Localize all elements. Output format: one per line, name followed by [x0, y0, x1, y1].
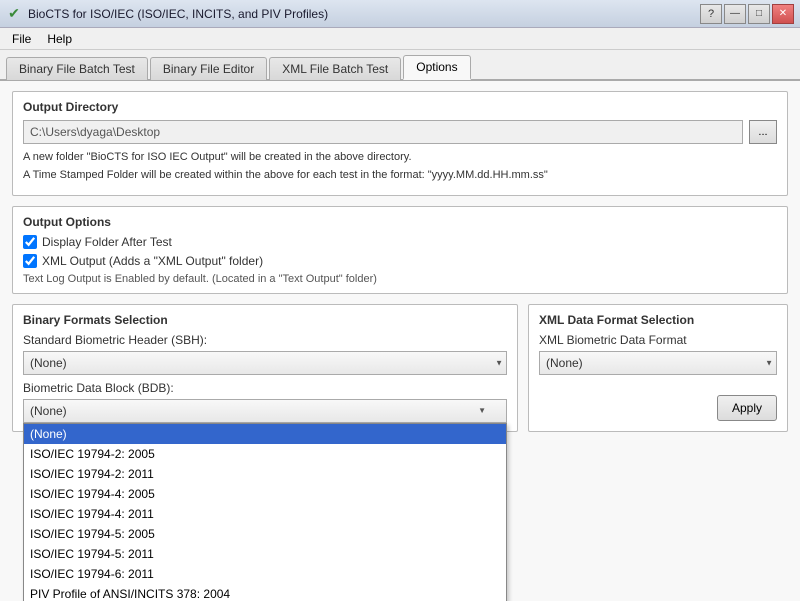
tab-bar: Binary File Batch Test Binary File Edito…: [0, 50, 800, 81]
main-content: Output Directory ... A new folder "BioCT…: [0, 81, 800, 601]
title-bar: ✔ BioCTS for ISO/IEC (ISO/IEC, INCITS, a…: [0, 0, 800, 28]
bdb-option-6[interactable]: ISO/IEC 19794-5: 2011: [24, 544, 506, 564]
sbh-select[interactable]: (None): [23, 351, 507, 375]
display-folder-checkbox[interactable]: [23, 235, 37, 249]
bdb-option-3[interactable]: ISO/IEC 19794-4: 2005: [24, 484, 506, 504]
help-button[interactable]: ?: [700, 4, 722, 24]
bdb-option-7[interactable]: ISO/IEC 19794-6: 2011: [24, 564, 506, 584]
tab-options[interactable]: Options: [403, 55, 470, 80]
output-options-title: Output Options: [23, 215, 777, 229]
bdb-option-0[interactable]: (None): [24, 424, 506, 444]
bdb-dropdown-list: (None) ISO/IEC 19794-2: 2005 ISO/IEC 197…: [23, 423, 507, 601]
sbh-dropdown-wrapper: (None) ▼: [23, 351, 507, 375]
tab-xml-batch[interactable]: XML File Batch Test: [269, 57, 401, 80]
title-bar-buttons: ? — □ ✕: [700, 4, 794, 24]
xml-output-checkbox[interactable]: [23, 254, 37, 268]
maximize-button[interactable]: □: [748, 4, 770, 24]
bdb-option-8[interactable]: PIV Profile of ANSI/INCITS 378: 2004: [24, 584, 506, 601]
bdb-option-2[interactable]: ISO/IEC 19794-2: 2011: [24, 464, 506, 484]
binary-formats-title: Binary Formats Selection: [23, 313, 507, 327]
apply-btn-container: Apply: [717, 395, 777, 421]
browse-button[interactable]: ...: [749, 120, 777, 144]
menu-file[interactable]: File: [4, 30, 39, 48]
window-title: BioCTS for ISO/IEC (ISO/IEC, INCITS, and…: [28, 7, 328, 21]
bdb-option-5[interactable]: ISO/IEC 19794-5: 2005: [24, 524, 506, 544]
apply-button[interactable]: Apply: [717, 395, 777, 421]
info-line1: A new folder "BioCTS for ISO IEC Output"…: [23, 150, 777, 165]
text-log-note: Text Log Output is Enabled by default. (…: [23, 273, 777, 285]
xml-label: XML Biometric Data Format: [539, 333, 777, 347]
output-directory-section: Output Directory ... A new folder "BioCT…: [12, 91, 788, 196]
xml-formats-title: XML Data Format Selection: [539, 313, 777, 327]
bdb-label: Biometric Data Block (BDB):: [23, 381, 507, 395]
menu-help[interactable]: Help: [39, 30, 80, 48]
output-directory-title: Output Directory: [23, 100, 777, 114]
output-options-section: Output Options Display Folder After Test…: [12, 206, 788, 294]
checkbox-row-2: XML Output (Adds a "XML Output" folder): [23, 254, 777, 268]
bottom-panel: Binary Formats Selection Standard Biomet…: [12, 304, 788, 432]
checkbox-row-1: Display Folder After Test: [23, 235, 777, 249]
bdb-dropdown-arrow: ▼: [478, 406, 486, 415]
bdb-option-1[interactable]: ISO/IEC 19794-2: 2005: [24, 444, 506, 464]
tab-binary-editor[interactable]: Binary File Editor: [150, 57, 267, 80]
xml-select[interactable]: (None): [539, 351, 777, 375]
xml-dropdown-wrapper: (None) ▼: [539, 351, 777, 375]
menu-bar: File Help: [0, 28, 800, 50]
directory-row: ...: [23, 120, 777, 144]
bdb-dropdown-container: (None) ▼ (None) ISO/IEC 19794-2: 2005 IS…: [23, 399, 507, 423]
title-bar-left: ✔ BioCTS for ISO/IEC (ISO/IEC, INCITS, a…: [6, 6, 328, 22]
display-folder-label[interactable]: Display Folder After Test: [42, 235, 172, 249]
info-line2: A Time Stamped Folder will be created wi…: [23, 168, 777, 183]
bdb-select-trigger[interactable]: (None) ▼: [23, 399, 507, 423]
bdb-option-4[interactable]: ISO/IEC 19794-4: 2011: [24, 504, 506, 524]
close-button[interactable]: ✕: [772, 4, 794, 24]
bdb-selected-value: (None): [30, 404, 67, 418]
minimize-button[interactable]: —: [724, 4, 746, 24]
xml-formats-section: XML Data Format Selection XML Biometric …: [528, 304, 788, 432]
tab-binary-batch[interactable]: Binary File Batch Test: [6, 57, 148, 80]
directory-input[interactable]: [23, 120, 743, 144]
xml-output-label[interactable]: XML Output (Adds a "XML Output" folder): [42, 254, 263, 268]
app-icon: ✔: [6, 6, 22, 22]
binary-formats-section: Binary Formats Selection Standard Biomet…: [12, 304, 518, 432]
sbh-label: Standard Biometric Header (SBH):: [23, 333, 507, 347]
